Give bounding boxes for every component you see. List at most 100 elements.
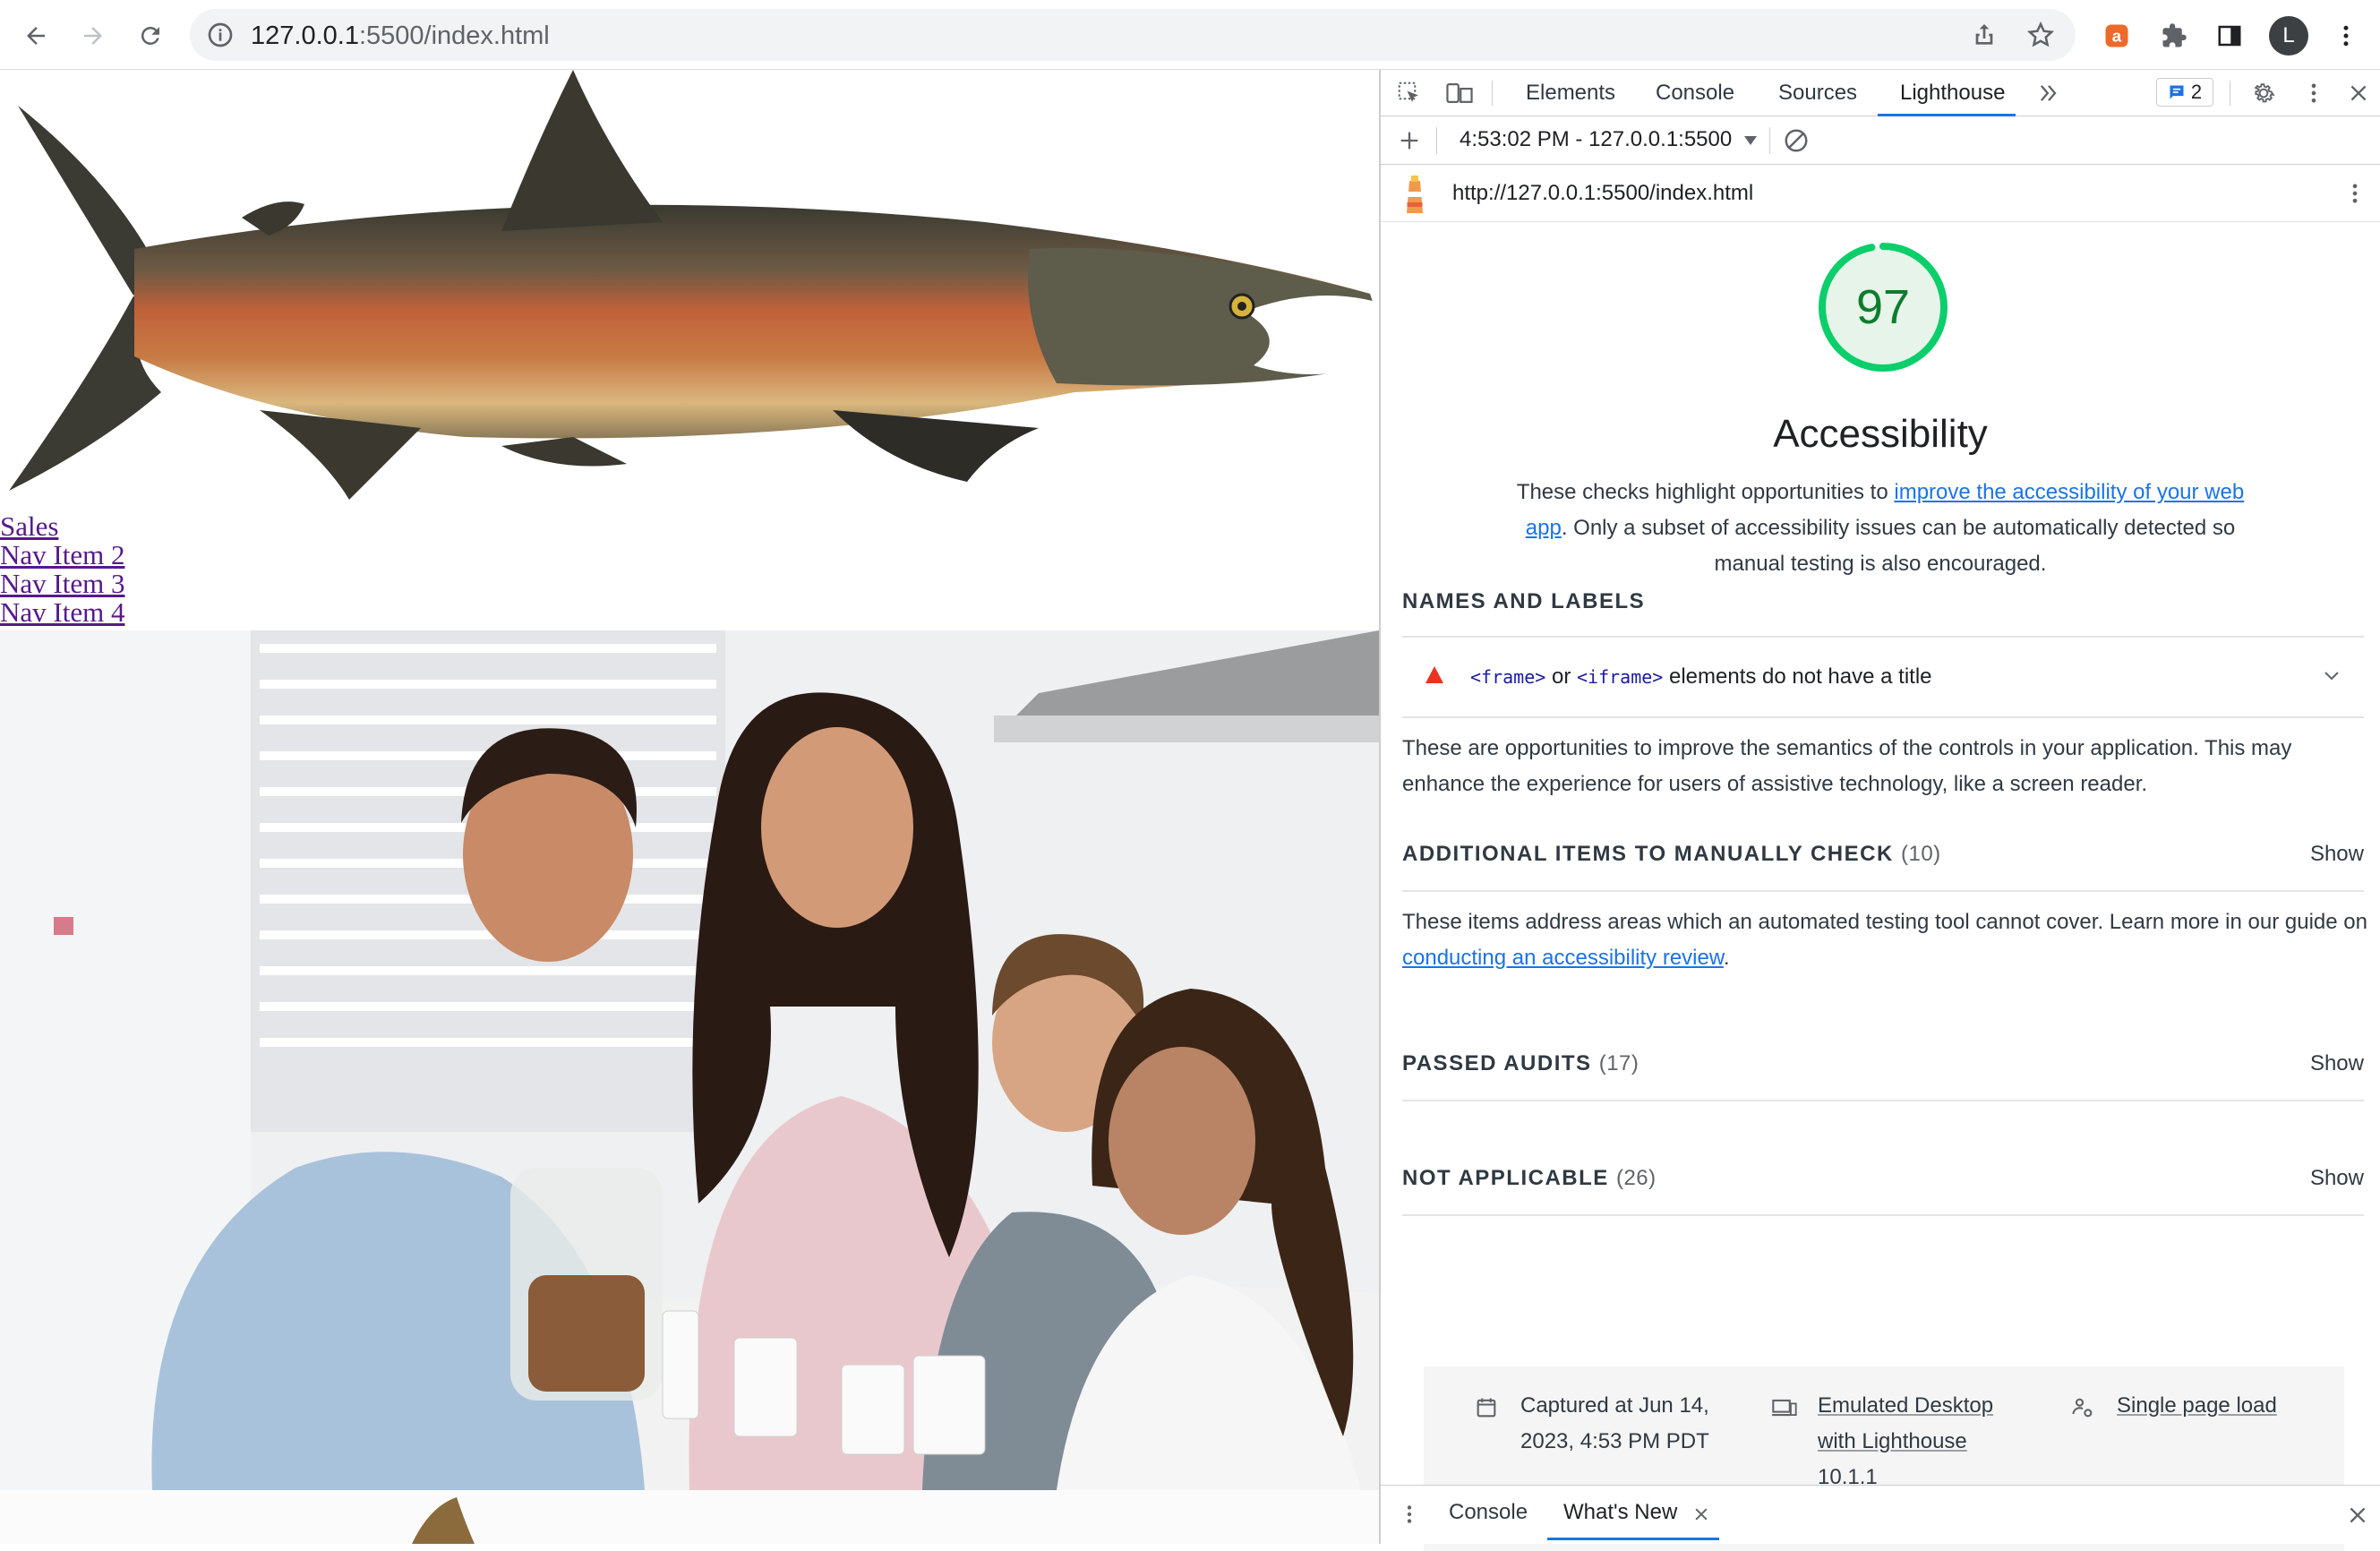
audit-divider bbox=[1402, 716, 2364, 718]
back-button[interactable] bbox=[18, 18, 54, 54]
tab-lighthouse[interactable]: Lighthouse bbox=[1900, 81, 2005, 106]
issues-badge[interactable]: 2 bbox=[2156, 78, 2213, 107]
double-chevron-right-icon bbox=[2040, 85, 2057, 101]
fail-triangle-icon bbox=[1425, 666, 1443, 683]
device-toggle-icon bbox=[1446, 83, 1473, 103]
tab-sources[interactable]: Sources bbox=[1778, 81, 1857, 106]
extensions-button[interactable] bbox=[2156, 18, 2192, 54]
kebab-menu-icon bbox=[2352, 184, 2358, 203]
salmon-image bbox=[9, 70, 1379, 500]
report-selector-value: 4:53:02 PM - 127.0.0.1:5500 bbox=[1460, 127, 1733, 151]
toolbar-divider bbox=[1769, 127, 1770, 154]
profile-initial: L bbox=[2282, 23, 2295, 47]
reload-icon bbox=[141, 26, 159, 45]
score-value: 97 bbox=[1855, 280, 1911, 334]
settings-button[interactable] bbox=[2247, 77, 2280, 109]
plus-icon bbox=[1400, 132, 1418, 150]
next-image-preview bbox=[0, 1490, 1379, 1544]
nav-link-item-4[interactable]: Nav Item 4 bbox=[0, 598, 124, 627]
devices-icon bbox=[1772, 1399, 1797, 1417]
drawer-active-indicator bbox=[1547, 1538, 1719, 1540]
device-toolbar-button[interactable] bbox=[1443, 77, 1476, 109]
drawer-tab-whats-new[interactable]: What's New bbox=[1563, 1500, 1677, 1525]
inspect-cursor-icon bbox=[1398, 81, 1418, 102]
kebab-menu-icon bbox=[2343, 25, 2349, 47]
close-icon bbox=[2350, 85, 2367, 101]
tab-divider bbox=[1492, 81, 1493, 106]
names-labels-description: These are opportunities to improve the s… bbox=[1402, 736, 2292, 796]
bookmark-star-icon[interactable] bbox=[2025, 20, 2056, 50]
lighthouse-logo-icon bbox=[1407, 176, 1423, 213]
arrow-right-icon bbox=[84, 27, 102, 45]
audit-label: <frame> or <iframe> elements do not have… bbox=[1470, 664, 1932, 689]
side-panel-icon bbox=[2218, 25, 2241, 47]
toolbar-divider bbox=[1436, 127, 1437, 154]
group-divider bbox=[1402, 1100, 2364, 1101]
not-applicable-show-toggle[interactable]: Show bbox=[2310, 1166, 2364, 1191]
block-icon bbox=[1785, 129, 1808, 152]
inspect-element-button[interactable] bbox=[1393, 77, 1425, 109]
extension-a-icon: a bbox=[2105, 24, 2128, 47]
nav-link-sales[interactable]: Sales bbox=[0, 512, 124, 541]
tab-elements[interactable]: Elements bbox=[1526, 81, 1615, 106]
accessibility-review-link[interactable]: conducting an accessibility review bbox=[1402, 946, 1724, 970]
group-names-labels-title: NAMES AND LABELS bbox=[1402, 589, 1646, 613]
drawer-menu-button[interactable] bbox=[1393, 1498, 1425, 1530]
group-passed-title[interactable]: PASSED AUDITS (17) bbox=[1402, 1051, 1639, 1076]
nav-links: Sales Nav Item 2 Nav Item 3 Nav Item 4 bbox=[0, 512, 124, 627]
devtools-panel: Elements Console Sources Lighthouse 2 4:… bbox=[1379, 70, 2380, 1551]
share-icon[interactable] bbox=[1970, 21, 1999, 49]
manual-show-toggle[interactable]: Show bbox=[2310, 842, 2364, 867]
category-title: Accessibility bbox=[1773, 412, 1988, 456]
passed-show-toggle[interactable]: Show bbox=[2310, 1051, 2364, 1076]
group-manual-title[interactable]: ADDITIONAL ITEMS TO MANUALLY CHECK (10) bbox=[1402, 842, 1941, 867]
kebab-menu-icon bbox=[2311, 83, 2316, 103]
lighthouse-report: 97 Accessibility These checks highlight … bbox=[1381, 222, 2380, 1551]
side-panel-button[interactable] bbox=[2212, 18, 2247, 54]
close-drawer-icon[interactable] bbox=[2346, 1504, 2369, 1527]
drawer-tab-console[interactable]: Console bbox=[1449, 1500, 1528, 1525]
family-photo bbox=[0, 630, 1379, 1490]
puzzle-icon bbox=[2162, 23, 2187, 47]
nav-link-item-3[interactable]: Nav Item 3 bbox=[0, 570, 124, 598]
reload-button[interactable] bbox=[133, 18, 168, 54]
profile-avatar[interactable]: L bbox=[2269, 16, 2308, 56]
devtools-drawer: Console What's New bbox=[1381, 1485, 2380, 1544]
category-description: These checks highlight opportunities to … bbox=[1516, 480, 2245, 576]
more-tabs-button[interactable] bbox=[2033, 77, 2065, 109]
report-menu-button[interactable] bbox=[2339, 177, 2371, 210]
address-bar[interactable]: 127.0.0.1:5500/index.html bbox=[190, 9, 2076, 61]
nav-link-item-2[interactable]: Nav Item 2 bbox=[0, 541, 124, 570]
extension-a-button[interactable]: a bbox=[2099, 18, 2135, 54]
issues-count: 2 bbox=[2190, 81, 2203, 103]
dropdown-triangle-icon bbox=[1743, 136, 1757, 145]
report-url[interactable]: http://127.0.0.1:5500/index.html bbox=[1452, 181, 1753, 206]
report-url-bar: http://127.0.0.1:5500/index.html bbox=[1381, 165, 2380, 222]
browser-toolbar: 127.0.0.1:5500/index.html a L bbox=[0, 0, 2380, 70]
kebab-menu-icon bbox=[1407, 1505, 1412, 1523]
chevron-down-icon[interactable] bbox=[2321, 664, 2342, 686]
forward-button[interactable] bbox=[75, 18, 111, 54]
calendar-icon bbox=[1477, 1398, 1496, 1418]
browser-menu-button[interactable] bbox=[2328, 18, 2364, 54]
page-viewport: Sales Nav Item 2 Nav Item 3 Nav Item 4 bbox=[0, 70, 1379, 1544]
group-divider bbox=[1402, 890, 2364, 892]
tab-console[interactable]: Console bbox=[1656, 81, 1734, 106]
partial-image bbox=[412, 1497, 475, 1544]
close-devtools-button[interactable] bbox=[2342, 77, 2375, 109]
arrow-left-icon bbox=[27, 27, 45, 45]
message-icon bbox=[2170, 85, 2184, 99]
gear-icon bbox=[2254, 83, 2275, 103]
new-report-button[interactable] bbox=[1393, 124, 1425, 157]
group-not-applicable-title[interactable]: NOT APPLICABLE (26) bbox=[1402, 1166, 1657, 1191]
info-icon[interactable] bbox=[206, 21, 235, 49]
devtools-menu-button[interactable] bbox=[2298, 77, 2330, 109]
report-selector[interactable]: 4:53:02 PM - 127.0.0.1:5500 bbox=[1460, 127, 1758, 152]
lighthouse-toolbar: 4:53:02 PM - 127.0.0.1:5500 bbox=[1381, 116, 2380, 165]
devtools-tabbar: Elements Console Sources Lighthouse 2 bbox=[1381, 70, 2380, 116]
audit-frame-title[interactable]: <frame> or <iframe> elements do not have… bbox=[1402, 636, 2364, 716]
close-tab-icon[interactable] bbox=[1692, 1505, 1710, 1523]
clear-reports-button[interactable] bbox=[1780, 124, 1812, 157]
group-divider bbox=[1402, 1214, 2364, 1216]
address-url[interactable]: 127.0.0.1:5500/index.html bbox=[251, 21, 550, 51]
